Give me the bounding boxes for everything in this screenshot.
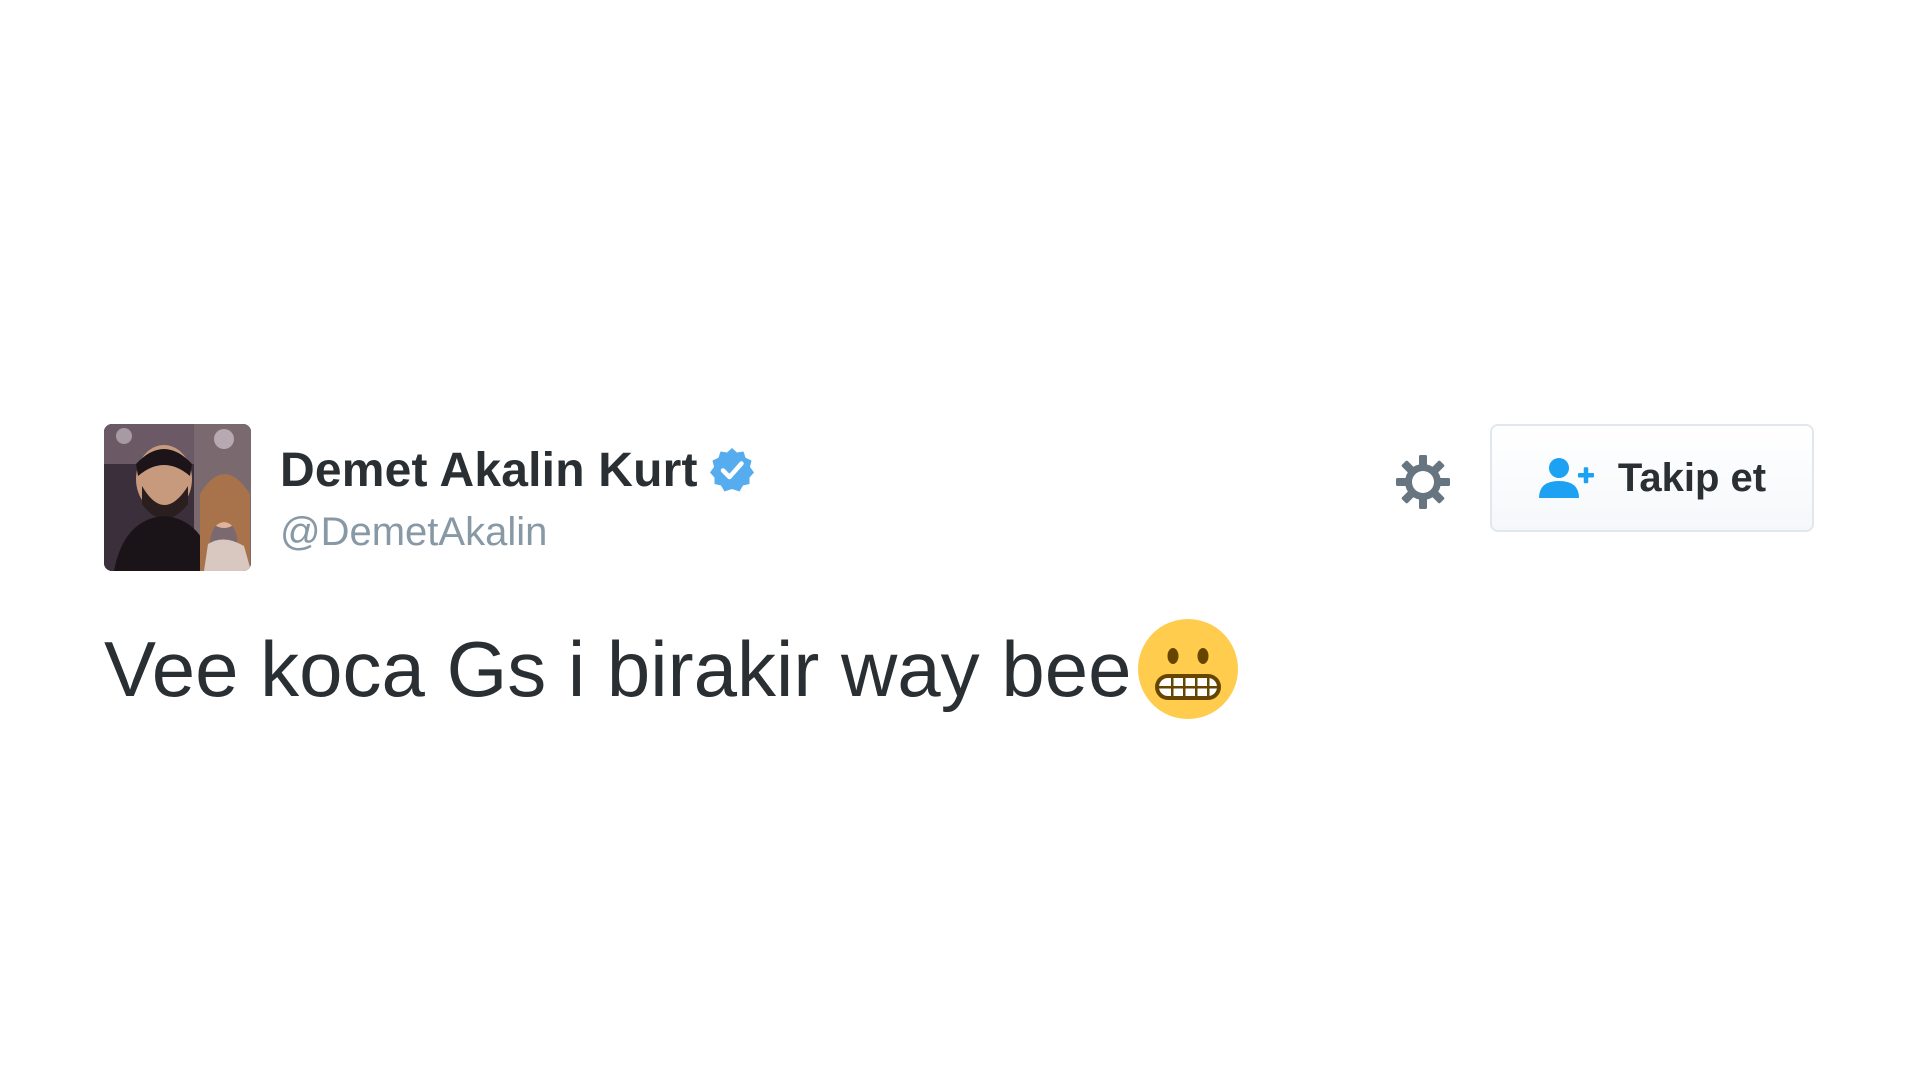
settings-button[interactable] — [1391, 450, 1455, 514]
verified-badge-icon — [708, 446, 756, 494]
tweet-text: Vee koca Gs i birakir way bee — [104, 624, 1132, 713]
avatar-photo — [104, 424, 251, 571]
name-row: Demet Akalin Kurt — [280, 442, 756, 498]
tweet-body: Vee koca Gs i birakir way bee — [104, 614, 1239, 724]
page: Demet Akalin Kurt @DemetAkalin Takip et … — [0, 0, 1920, 1080]
add-user-icon — [1538, 456, 1596, 500]
avatar[interactable] — [104, 424, 251, 571]
gear-icon — [1396, 455, 1450, 509]
user-handle[interactable]: @DemetAkalin — [280, 510, 756, 555]
tweet-card: Demet Akalin Kurt @DemetAkalin Takip et … — [104, 424, 1816, 744]
follow-button-label: Takip et — [1617, 455, 1767, 500]
follow-button[interactable]: Takip et — [1490, 424, 1814, 532]
user-info: Demet Akalin Kurt @DemetAkalin — [280, 442, 756, 555]
grimacing-face-emoji-icon — [1137, 618, 1239, 720]
display-name[interactable]: Demet Akalin Kurt — [280, 443, 698, 498]
